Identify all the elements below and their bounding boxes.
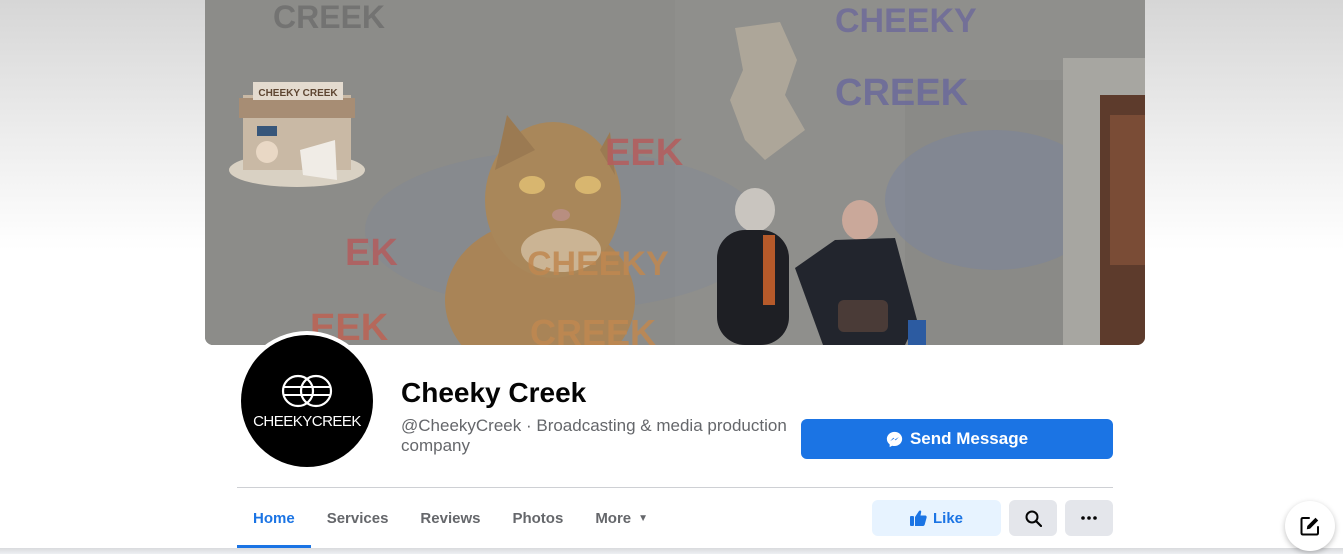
wall-text-creek-right: CREEK — [835, 72, 969, 114]
send-message-label: Send Message — [909, 429, 1029, 448]
cheeky-creek-logo-icon — [281, 374, 333, 407]
more-options-button[interactable] — [1065, 500, 1113, 536]
avatar[interactable]: CHEEKYCREEK — [241, 335, 373, 467]
wall-text-creek-bottom: CREEK — [530, 312, 656, 345]
new-message-button[interactable] — [1285, 501, 1335, 551]
wall-text-ek: EK — [345, 232, 398, 274]
compose-icon — [1300, 517, 1319, 536]
wall-text-cheeky-cat: CHEEKY — [527, 245, 669, 283]
caret-down-icon: ▼ — [638, 512, 649, 524]
cover-photo[interactable]: CHEEKY CREEK CREEK CHEEKY CREEK EEK EK C… — [205, 0, 1145, 345]
tab-photos[interactable]: Photos — [496, 488, 579, 548]
tab-services[interactable]: Services — [311, 488, 405, 548]
page-title: Cheeky Creek — [401, 377, 587, 408]
thumbs-up-icon — [909, 510, 927, 526]
tab-reviews[interactable]: Reviews — [404, 488, 496, 548]
tab-home[interactable]: Home — [237, 488, 311, 548]
tab-label: Photos — [512, 509, 564, 527]
tab-more[interactable]: More ▼ — [579, 488, 664, 548]
tab-label: Reviews — [420, 509, 481, 527]
tab-label: More — [595, 509, 632, 527]
page-subtitle: @CheekyCreek · Broadcasting & media prod… — [401, 416, 787, 455]
wall-text-cheeky-right: CHEEKY — [835, 2, 977, 40]
more-horizontal-icon — [1081, 516, 1097, 520]
page-tabs: Home Services Reviews Photos More ▼ — [237, 488, 664, 548]
tab-label: Home — [253, 509, 295, 527]
content-separator — [0, 548, 1343, 554]
avatar-text: CHEEKYCREEK — [253, 412, 361, 430]
send-message-button[interactable]: Send Message — [801, 419, 1113, 459]
wall-text-eek: EEK — [605, 132, 684, 174]
search-icon — [1025, 510, 1042, 527]
saloon-sign-text: CHEEKY CREEK — [258, 88, 338, 99]
like-label: Like — [932, 509, 963, 527]
like-button[interactable]: Like — [872, 500, 1001, 536]
wall-text-creek-top: CREEK — [273, 0, 385, 35]
messenger-icon — [886, 431, 903, 447]
search-button[interactable] — [1009, 500, 1057, 536]
tab-label: Services — [326, 509, 389, 527]
